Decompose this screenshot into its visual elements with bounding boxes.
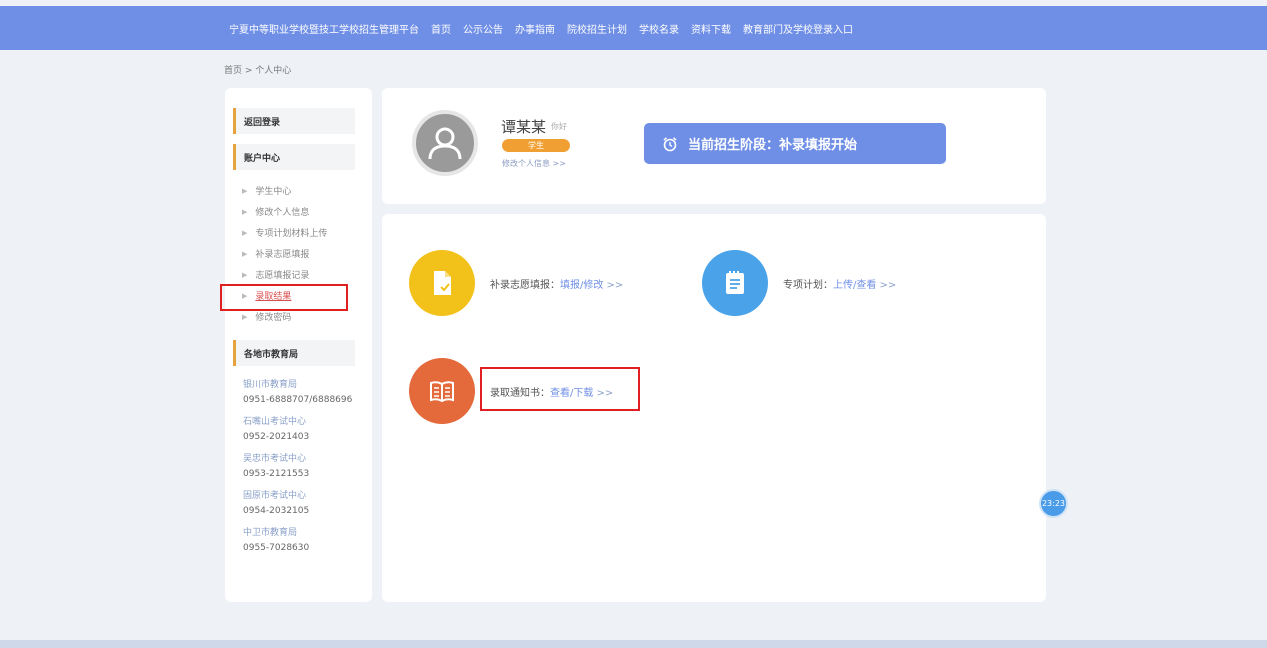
user-name: 谭某某 xyxy=(501,118,547,136)
special-plan-arrow: >> xyxy=(876,280,897,291)
highlight-box-admission-result xyxy=(220,284,348,311)
menu-item-special-upload[interactable]: ▶ 专项计划材料上传 xyxy=(242,222,327,243)
edit-profile-link[interactable]: 修改个人信息 >> xyxy=(502,158,566,169)
menu-item-label: 补录志愿填报 xyxy=(255,250,310,260)
contact-phone: 0954-2032105 xyxy=(243,506,310,516)
sidebar: 返回登录 账户中心 ▶ 学生中心 ▶ 修改个人信息 ▶ 专项计划材料上传 ▶ 补录志愿填… xyxy=(225,88,372,602)
contact-name: 中卫市教育局 xyxy=(243,528,298,538)
contact-item: 吴忠市考试中心 0953-2121553 xyxy=(243,452,352,482)
role-badge: 学生 xyxy=(502,139,570,152)
contact-item: 中卫市教育局 0955-7028630 xyxy=(243,526,352,556)
nav-announcements[interactable]: 公示公告 xyxy=(463,21,503,36)
contact-name: 固原市考试中心 xyxy=(243,491,307,501)
contact-phone: 0953-2121553 xyxy=(243,469,310,479)
document-check-icon xyxy=(434,271,451,295)
profile-card: 谭某某 你好 学生 修改个人信息 >> 当前招生阶段：补录填报开始 xyxy=(382,88,1046,204)
menu-item-label: 学生中心 xyxy=(255,187,292,197)
admission-notice-icon[interactable] xyxy=(409,358,475,424)
top-nav: 宁夏中等职业学校暨技工学校招生管理平台 首页 公示公告 办事指南 院校招生计划 … xyxy=(229,6,853,50)
notepad-icon xyxy=(726,271,744,294)
top-nav-bar: 宁夏中等职业学校暨技工学校招生管理平台 首页 公示公告 办事指南 院校招生计划 … xyxy=(0,6,1267,50)
menu-item-apply-records[interactable]: ▶ 志愿填报记录 xyxy=(242,264,327,285)
special-plan-label: 专项计划： xyxy=(783,280,833,291)
special-plan-icon[interactable] xyxy=(702,250,768,316)
alarm-clock-icon xyxy=(663,136,677,151)
contact-phone: 0952-2021403 xyxy=(243,432,310,442)
stage-text: 当前招生阶段：补录填报开始 xyxy=(688,138,858,153)
nav-home[interactable]: 首页 xyxy=(431,21,451,36)
contact-name: 吴忠市考试中心 xyxy=(243,454,307,464)
open-book-icon xyxy=(430,381,454,403)
chevron-right-icon: ▶ xyxy=(242,249,248,258)
highlight-box-admission-notice xyxy=(480,367,640,411)
menu-item-edit-profile[interactable]: ▶ 修改个人信息 xyxy=(242,201,327,222)
menu-item-label: 志愿填报记录 xyxy=(255,271,310,281)
account-center-heading: 账户中心 xyxy=(233,144,355,170)
nav-downloads[interactable]: 资料下载 xyxy=(691,21,731,36)
special-plan-row: 专项计划：上传/查看 >> xyxy=(783,276,896,291)
nav-guide[interactable]: 办事指南 xyxy=(515,21,555,36)
back-login-button[interactable]: 返回登录 xyxy=(233,108,355,134)
special-plan-link[interactable]: 上传/查看 xyxy=(833,280,876,291)
chevron-right-icon: ▶ xyxy=(242,186,248,195)
bureaus-heading: 各地市教育局 xyxy=(233,340,355,366)
nav-admin-login[interactable]: 教育部门及学校登录入口 xyxy=(743,21,853,36)
contact-item: 石嘴山考试中心 0952-2021403 xyxy=(243,415,352,445)
supplement-apply-label: 补录志愿填报： xyxy=(490,280,560,291)
contact-item: 固原市考试中心 0954-2032105 xyxy=(243,489,352,519)
chevron-right-icon: ▶ xyxy=(242,207,248,216)
menu-item-label: 修改个人信息 xyxy=(255,208,310,218)
platform-title[interactable]: 宁夏中等职业学校暨技工学校招生管理平台 xyxy=(229,21,419,36)
contact-phone: 0955-7028630 xyxy=(243,543,310,553)
supplement-apply-row: 补录志愿填报：填报/修改 >> xyxy=(490,276,623,291)
menu-item-student-center[interactable]: ▶ 学生中心 xyxy=(242,180,327,201)
nav-enrollment-plan[interactable]: 院校招生计划 xyxy=(567,21,627,36)
user-icon xyxy=(428,127,462,160)
supplement-apply-link[interactable]: 填报/修改 xyxy=(560,280,603,291)
user-greeting: 你好 xyxy=(551,122,567,131)
bottom-strip xyxy=(0,640,1267,648)
chevron-right-icon: ▶ xyxy=(242,270,248,279)
contact-item: 银川市教育局 0951-6888707/6888696 xyxy=(243,378,352,408)
chevron-right-icon: ▶ xyxy=(242,228,248,237)
chevron-right-icon: ▶ xyxy=(242,312,248,321)
avatar xyxy=(412,110,478,176)
floating-time-badge[interactable]: 23:23 xyxy=(1039,489,1068,518)
nav-school-list[interactable]: 学校名录 xyxy=(639,21,679,36)
supplement-apply-arrow: >> xyxy=(603,280,624,291)
contact-phone: 0951-6888707/6888696 xyxy=(243,395,353,405)
breadcrumb: 首页 > 个人中心 xyxy=(224,66,292,76)
contact-name: 银川市教育局 xyxy=(243,380,298,390)
menu-item-supplement-apply[interactable]: ▶ 补录志愿填报 xyxy=(242,243,327,264)
supplement-apply-icon[interactable] xyxy=(409,250,475,316)
enrollment-stage-banner: 当前招生阶段：补录填报开始 xyxy=(644,123,946,164)
contact-name: 石嘴山考试中心 xyxy=(243,417,307,427)
menu-item-label: 专项计划材料上传 xyxy=(255,229,328,239)
bureau-contacts: 银川市教育局 0951-6888707/6888696 石嘴山考试中心 0952… xyxy=(243,378,352,563)
menu-item-label: 修改密码 xyxy=(255,313,292,323)
